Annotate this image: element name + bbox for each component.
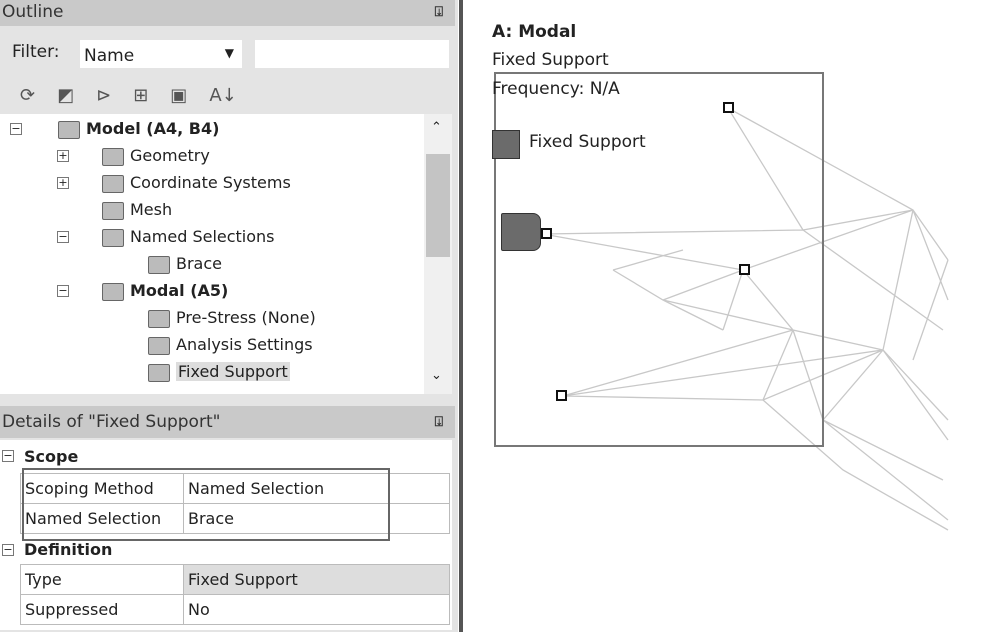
pin-icon[interactable]: ⍗ [435,406,443,438]
graphics-viewport[interactable]: A: Modal Fixed Support Frequency: N/A Fi… [463,0,1003,632]
tree-item-model[interactable]: Model (A4, B4) [58,117,219,141]
property-name: Type [20,564,184,595]
scroll-down-icon[interactable]: ⌄ [431,368,442,383]
filter-select-value: Name [84,46,135,66]
vertex-marker [556,390,567,401]
scroll-up-icon[interactable]: ⌃ [431,120,442,135]
collapse-icon[interactable]: − [57,285,69,297]
tree-item-brace[interactable]: Brace [148,252,222,276]
modal-icon [102,282,124,301]
outline-title: Outline [2,2,64,22]
expand-icon[interactable]: + [57,150,69,162]
sort-az-icon[interactable]: A↓ [209,85,236,106]
group-definition: Definition [24,540,113,559]
table-row[interactable]: Suppressed No [20,594,450,625]
property-value[interactable]: Fixed Support [183,564,450,595]
brace-icon [148,255,170,274]
analysis-subtitle: Fixed Support [492,50,609,70]
tree-label: Brace [176,254,222,273]
tree-item-geometry[interactable]: Geometry [102,144,210,168]
vertex-marker [723,102,734,113]
filter-label: Filter: [12,42,60,62]
tree-label: Model (A4, B4) [86,119,220,138]
collapse-scope-icon[interactable]: − [2,450,14,462]
tree-item-analysis-settings[interactable]: Analysis Settings [148,333,313,357]
collapse-icon[interactable]: − [57,231,69,243]
expand-all-icon[interactable]: ⊞ [133,85,148,106]
tree-label: Pre-Stress (None) [176,308,316,327]
named-selections-icon [102,228,124,247]
left-panel: Outline ⍗ Filter: Name ▼ ⟳ ◩ ⊳ ⊞ ▣ A↓ − … [0,0,458,632]
analysis-settings-icon [148,336,170,355]
pin-icon[interactable]: ⍗ [435,0,443,24]
scrollbar-thumb[interactable] [426,154,450,257]
tree-scrollbar[interactable]: ⌃ ⌄ [424,114,452,394]
details-grid: − Scope Scoping Method Named Selection Na… [0,440,452,630]
geometry-icon [102,147,124,166]
legend-frame: Frequency: N/A Fixed Support [492,72,824,447]
definition-table: Type Fixed Support Suppressed No [20,564,450,625]
outline-toolbar: ⟳ ◩ ⊳ ⊞ ▣ A↓ [0,78,452,112]
property-value[interactable]: No [183,594,450,625]
expand-icon[interactable]: + [57,177,69,189]
tree-label: Geometry [130,146,210,165]
details-header: Details of "Fixed Support" ⍗ [0,406,455,438]
tree-item-coordinate-systems[interactable]: Coordinate Systems [102,171,291,195]
mesh-icon [102,201,124,220]
outline-tree: − Model (A4, B4) + Geometry + Coordinate… [0,114,424,394]
tree-item-pre-stress[interactable]: Pre-Stress (None) [148,306,316,330]
tree-label: Named Selections [130,227,275,246]
fixed-support-marker [501,213,541,251]
highlight-box [22,468,390,541]
tree-label: Analysis Settings [176,335,313,354]
filter-select[interactable]: Name ▼ [80,40,242,68]
legend-swatch [492,130,520,159]
tree-label: Modal (A5) [130,281,229,300]
table-row[interactable]: Type Fixed Support [20,564,450,595]
pre-stress-icon [148,309,170,328]
property-name: Suppressed [20,594,184,625]
tree-item-fixed-support[interactable]: Fixed Support [148,360,290,384]
group-scope: Scope [24,447,79,466]
tree-item-mesh[interactable]: Mesh [102,198,172,222]
details-title: Details of "Fixed Support" [2,412,221,432]
geometry-view-icon[interactable]: ◩ [57,85,74,106]
model-icon [58,120,80,139]
coordinate-systems-icon [102,174,124,193]
vertex-marker [739,264,750,275]
fixed-support-icon [148,363,170,382]
vertex-marker [541,228,552,239]
filter-bar: Filter: Name ▼ [0,36,452,74]
tree-label: Coordinate Systems [130,173,291,192]
chevron-down-icon: ▼ [224,46,234,60]
folder-icon[interactable]: ▣ [170,85,187,106]
collapse-definition-icon[interactable]: − [2,544,14,556]
tree-label: Fixed Support [176,362,290,381]
collapse-icon[interactable]: − [10,123,22,135]
tree-label: Mesh [130,200,173,219]
outline-header: Outline ⍗ [0,0,455,26]
filter-icon[interactable]: ⊳ [96,85,111,106]
tree-item-named-selections[interactable]: Named Selections [102,225,275,249]
analysis-title: A: Modal [492,22,577,42]
legend-label: Fixed Support [529,132,646,152]
tree-item-modal[interactable]: Modal (A5) [102,279,228,303]
frequency-label: Frequency: N/A [492,79,620,99]
refresh-icon[interactable]: ⟳ [20,85,35,106]
search-input[interactable] [255,40,449,68]
